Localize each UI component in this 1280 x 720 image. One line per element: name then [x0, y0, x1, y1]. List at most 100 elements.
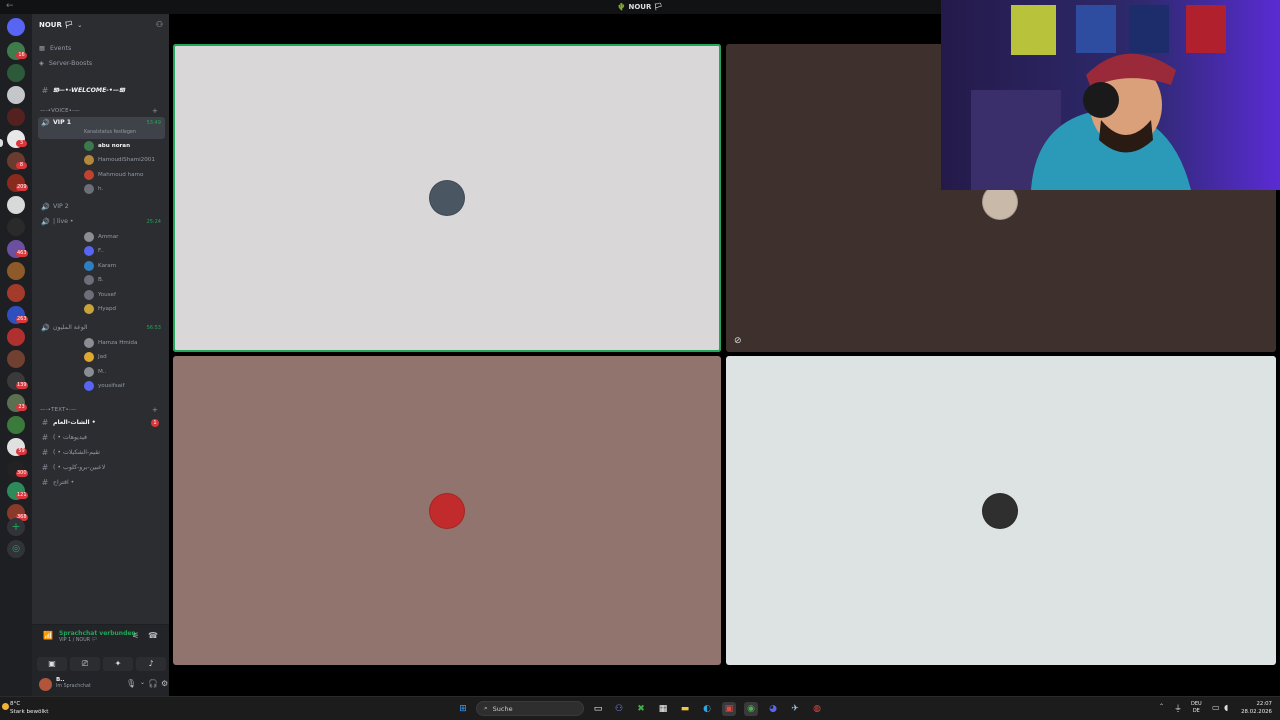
start-icon[interactable]: ⊞ — [456, 702, 470, 716]
window-title: 🌵 NOUR 🏳 — [617, 3, 663, 11]
clock[interactable]: 22:07 28.02.2026 — [1241, 700, 1272, 716]
server-icon[interactable] — [7, 262, 25, 280]
channel-text[interactable]: # ( • فيديوهات — [38, 431, 165, 444]
server-badge: 16 — [16, 52, 27, 59]
server-badge: 463 — [16, 250, 28, 257]
calendar-app-icon[interactable]: ▦ — [656, 702, 670, 716]
activities-button[interactable]: ✦ — [103, 657, 133, 671]
chevron-down-icon[interactable]: ⌄ — [140, 679, 145, 686]
search-icon: ⌕ — [484, 704, 488, 712]
speaker-icon: 🔊 — [41, 202, 50, 211]
member-name: yousifsaif — [98, 382, 125, 389]
guild-name: NOUR 🏳 — [39, 21, 74, 29]
voice-connection-panel: 📶 Sprachchat verbunden VIP 1 / NOUR 🏳 ⚟ … — [32, 624, 169, 674]
signal-icon: 📶 — [43, 631, 53, 640]
channel-text[interactable]: # ( • تقيم-الشكيلات — [38, 446, 165, 459]
channel-live[interactable]: 🔊 | live • 25:24 — [38, 215, 165, 228]
set-channel-status[interactable]: Kanalstatus festlegen — [84, 130, 136, 135]
chrome-icon[interactable]: ◉ — [744, 702, 758, 716]
language-bottom: DE — [1192, 708, 1200, 714]
back-arrow-icon[interactable]: ← — [6, 1, 14, 11]
add-channel-icon[interactable]: + — [152, 107, 158, 115]
usb-icon[interactable]: ⏚ — [1174, 703, 1182, 714]
member-name: Jad — [98, 353, 107, 360]
server-boosts-item[interactable]: ◈ Server-Boosts — [39, 60, 92, 67]
server-icon[interactable] — [7, 416, 25, 434]
server-icon[interactable] — [7, 350, 25, 368]
member-name: F.. — [98, 247, 104, 254]
channel-third[interactable]: 🔊 الوعة المليون 56:53 — [38, 321, 165, 334]
server-icon[interactable] — [7, 64, 25, 82]
member-name: M.. — [98, 368, 107, 375]
channel-vip2[interactable]: 🔊 VIP 2 — [38, 200, 165, 213]
search-box[interactable]: ⌕ Suche — [476, 701, 584, 716]
video-tile[interactable] — [173, 356, 721, 665]
member-name: B. — [98, 276, 104, 283]
category-voice[interactable]: —-•VOICE•-— + — [40, 107, 158, 115]
category-label: —-•TEXT•-— — [40, 407, 77, 413]
teams-icon[interactable]: ⚇ — [612, 702, 626, 716]
channel-text[interactable]: # ( • لاعبين-برو-كلوب — [38, 461, 165, 474]
voice-location-label[interactable]: VIP 1 / NOUR 🏳 — [59, 638, 98, 643]
user-panel: B.. Im Sprachchat 🎙 ⌄ 🎧 ⚙ — [32, 674, 169, 696]
server-icon[interactable] — [7, 108, 25, 126]
category-text[interactable]: —-•TEXT•-— + — [40, 406, 158, 414]
muted-icon: ⊘ — [734, 336, 742, 346]
task-view-icon[interactable]: ▭ — [591, 702, 605, 716]
language-indicator[interactable]: DEU DE — [1191, 701, 1202, 715]
app-icon[interactable]: ▣ — [722, 702, 736, 716]
avatar — [982, 493, 1018, 529]
screen-share-button[interactable]: ⎚ — [70, 657, 100, 671]
chevron-up-icon[interactable]: ⌃ — [1159, 703, 1164, 710]
events-item[interactable]: ▦ Events — [39, 45, 71, 52]
camera-button[interactable]: ▣ — [37, 657, 67, 671]
server-icon[interactable] — [7, 86, 25, 104]
avatar — [84, 303, 94, 314]
username[interactable]: B.. — [56, 677, 65, 683]
video-tile[interactable] — [726, 356, 1276, 665]
network-icon[interactable]: ▭ — [1212, 703, 1220, 712]
microphone-icon[interactable]: 🎙 — [126, 679, 136, 688]
add-server-icon[interactable]: + — [7, 518, 25, 536]
headphones-icon[interactable]: 🎧 — [148, 679, 158, 688]
voice-connected-label[interactable]: Sprachchat verbunden — [59, 630, 136, 637]
invite-people-icon[interactable]: ⚇ — [156, 20, 163, 29]
discord-icon[interactable]: ◕ — [766, 702, 780, 716]
channel-text[interactable]: # الشات-العام • 1 — [38, 416, 165, 429]
server-icon[interactable] — [7, 284, 25, 302]
video-tile[interactable] — [173, 44, 721, 352]
channel-vip1[interactable]: 🔊 VIP 1 53:49 — [38, 117, 165, 139]
server-boosts-label: Server-Boosts — [48, 60, 93, 67]
guild-header[interactable]: NOUR 🏳 ⌄ ⚇ — [32, 14, 169, 36]
server-icon[interactable] — [7, 218, 25, 236]
avatar — [429, 493, 465, 529]
member-name: HamoudiShami2001 — [98, 156, 155, 163]
channel-label: VIP 2 — [53, 203, 69, 210]
weather-widget[interactable]: 8°C Stark bewölkt — [10, 700, 48, 716]
disconnect-icon[interactable]: ☎ — [148, 631, 158, 640]
server-icon[interactable] — [7, 196, 25, 214]
text-channel-icon: # — [41, 433, 49, 442]
channel-text[interactable]: # اقتراح • — [38, 476, 165, 489]
add-channel-icon[interactable]: + — [152, 406, 158, 414]
channel-welcome[interactable]: # 𝖂—•-WELCOME-•—𝖂 — [38, 84, 165, 97]
xbox-icon[interactable]: ✖ — [634, 702, 648, 716]
text-channel-icon: # — [41, 448, 49, 457]
windows-taskbar: 8°C Stark bewölkt ⊞ ⌕ Suche ▭ ⚇ ✖ ▦ ▬ ◐ … — [0, 696, 1280, 720]
server-badge: 23 — [16, 404, 27, 411]
soundboard-button[interactable]: ♪ — [136, 657, 166, 671]
text-channel-icon: # — [41, 86, 49, 95]
app-icon[interactable]: ◍ — [810, 702, 824, 716]
search-label: Suche — [492, 704, 513, 713]
file-explorer-icon[interactable]: ▬ — [678, 702, 692, 716]
settings-gear-icon[interactable]: ⚙ — [161, 679, 168, 688]
direct-messages-icon[interactable] — [7, 18, 25, 36]
volume-icon[interactable]: ◖ — [1224, 703, 1228, 712]
server-icon[interactable] — [7, 328, 25, 346]
steam-icon[interactable]: ✈ — [788, 702, 802, 716]
edge-icon[interactable]: ◐ — [700, 702, 714, 716]
noise-suppression-icon[interactable]: ⚟ — [132, 631, 139, 640]
events-label: Events — [49, 45, 72, 52]
avatar[interactable] — [39, 678, 52, 691]
discover-icon[interactable]: ◎ — [7, 540, 25, 558]
